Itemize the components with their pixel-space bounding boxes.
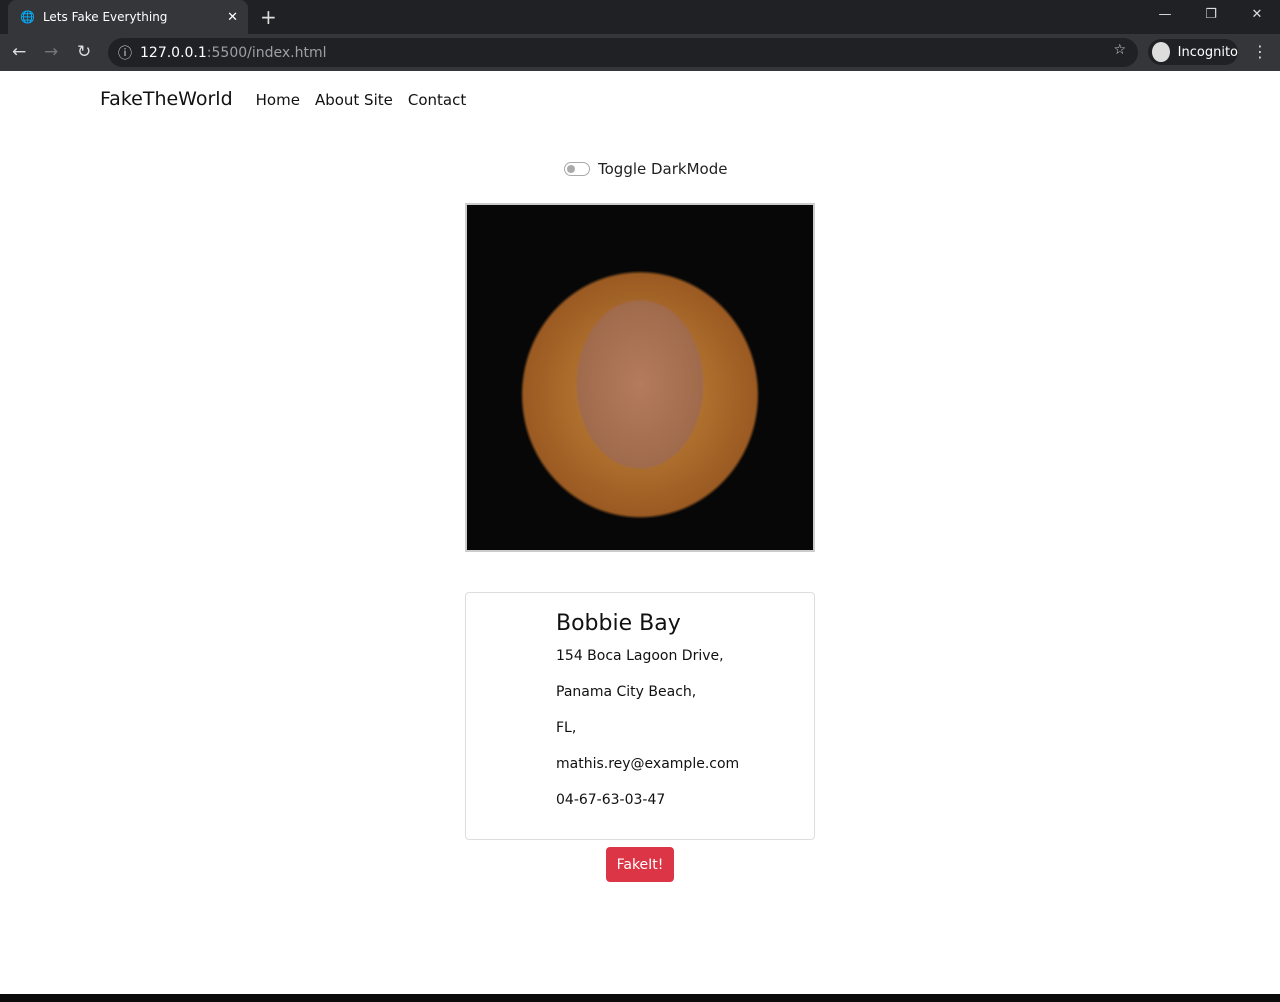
- taskbar: [0, 994, 1280, 1002]
- incognito-badge[interactable]: Incognito: [1148, 39, 1238, 65]
- fakeit-button[interactable]: FakeIt!: [606, 847, 674, 882]
- person-name: Bobbie Bay: [556, 611, 681, 636]
- phone: 04-67-63-03-47: [556, 792, 666, 808]
- toggle-label: Toggle DarkMode: [598, 160, 728, 178]
- state: FL,: [556, 720, 577, 736]
- globe-icon: 🌐: [20, 10, 35, 24]
- nav-about[interactable]: About Site: [315, 91, 393, 109]
- bookmark-star-icon[interactable]: ☆: [1113, 42, 1126, 58]
- street: 154 Boca Lagoon Drive,: [556, 648, 724, 664]
- tab-title: Lets Fake Everything: [42, 10, 168, 24]
- menu-icon[interactable]: ⋮: [1252, 42, 1268, 61]
- url-host: 127.0.0.1: [140, 44, 207, 61]
- url-path: :5500/index.html: [206, 44, 327, 61]
- site-navbar: FakeTheWorld Home About Site Contact: [100, 88, 466, 110]
- back-icon[interactable]: ←: [12, 42, 26, 62]
- minimize-icon[interactable]: —: [1142, 0, 1188, 30]
- reload-icon[interactable]: ↻: [77, 42, 91, 62]
- forward-icon: →: [44, 42, 59, 62]
- nav-contact[interactable]: Contact: [408, 91, 466, 109]
- address-bar[interactable]: ⓘ 127.0.0.1:5500/index.html ☆: [108, 38, 1138, 67]
- incognito-icon: [1152, 42, 1170, 62]
- close-window-icon[interactable]: ✕: [1234, 0, 1280, 30]
- toggle-switch[interactable]: [564, 162, 590, 176]
- person-photo: [465, 203, 815, 552]
- darkmode-toggle[interactable]: Toggle DarkMode: [564, 160, 727, 178]
- new-tab-icon[interactable]: +: [260, 5, 277, 29]
- browser-tab-bar: 🌐 Lets Fake Everything ✕ + — ❐ ✕: [0, 0, 1280, 34]
- browser-toolbar: ← → ↻ ⓘ 127.0.0.1:5500/index.html ☆ Inco…: [0, 34, 1280, 71]
- incognito-label: Incognito: [1177, 44, 1238, 60]
- nav-home[interactable]: Home: [256, 91, 300, 109]
- close-tab-icon[interactable]: ✕: [227, 10, 238, 25]
- restore-icon[interactable]: ❐: [1188, 0, 1234, 30]
- brand[interactable]: FakeTheWorld: [100, 88, 233, 110]
- person-card: Bobbie Bay 154 Boca Lagoon Drive, Panama…: [465, 592, 815, 840]
- browser-tab[interactable]: 🌐 Lets Fake Everything ✕: [8, 0, 248, 34]
- email: mathis.rey@example.com: [556, 756, 740, 772]
- city: Panama City Beach,: [556, 684, 697, 700]
- info-icon: ⓘ: [118, 45, 132, 62]
